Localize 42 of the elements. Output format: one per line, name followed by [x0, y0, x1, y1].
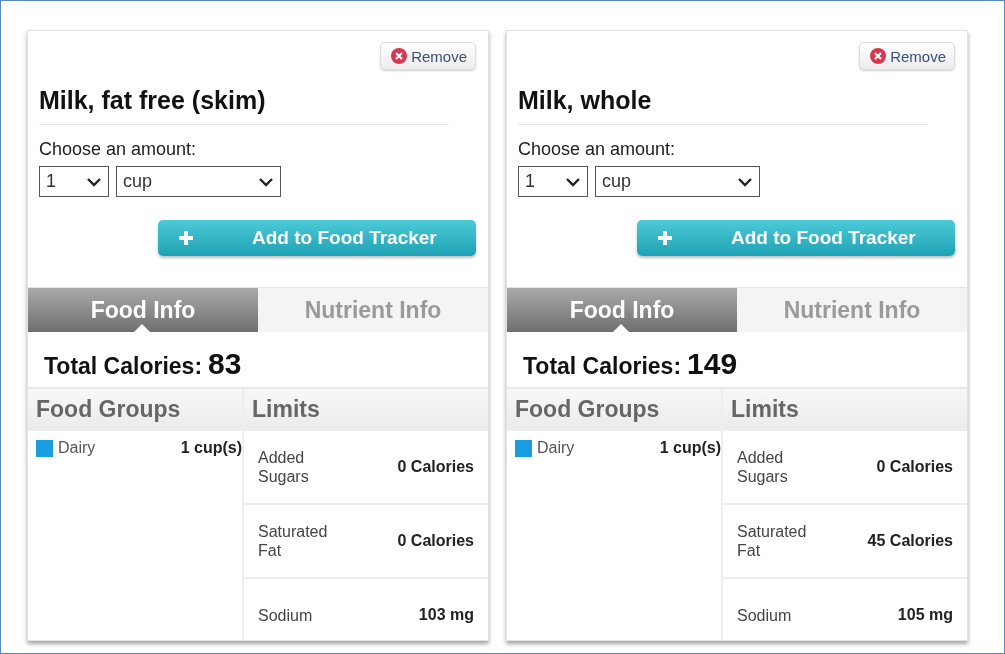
limit-value: 0 Calories: [397, 458, 474, 476]
limit-name: Added Sugars: [737, 448, 789, 486]
limit-name: Sodium: [258, 605, 314, 625]
amount-label: Choose an amount:: [518, 139, 677, 160]
limit-value: 45 Calories: [867, 532, 953, 550]
close-icon: [391, 48, 408, 64]
chevron-down-icon: [737, 176, 753, 187]
food-group-name: Dairy: [58, 439, 97, 457]
column-header: Limits: [723, 389, 967, 431]
remove-button[interactable]: Remove: [380, 42, 476, 70]
limit-name: Sodium: [737, 605, 793, 625]
food-title: Milk, fat free (skim): [39, 86, 449, 125]
amount-label: Choose an amount:: [39, 139, 198, 160]
limit-value: 103 mg: [418, 606, 474, 624]
food-group-amount: 1 cup(s): [659, 439, 721, 457]
chevron-down-icon: [565, 176, 581, 187]
total-calories-value: 149: [687, 347, 738, 381]
plus-icon: [657, 230, 673, 246]
limit-value: 0 Calories: [876, 458, 953, 476]
unit-dropdown[interactable]: cup: [595, 166, 760, 197]
food-title: Milk, whole: [518, 86, 928, 125]
chevron-down-icon: [258, 176, 274, 187]
quantity-dropdown[interactable]: 1: [518, 166, 588, 197]
chevron-down-icon: [86, 176, 102, 187]
unit-dropdown[interactable]: cup: [116, 166, 281, 197]
column-header: Food Groups: [507, 389, 721, 431]
limit-name: Added Sugars: [258, 448, 310, 486]
food-group-name: Dairy: [537, 439, 576, 457]
limit-name: Saturated Fat: [737, 522, 808, 560]
close-icon: [870, 48, 887, 64]
food-group-amount: 1 cup(s): [180, 439, 242, 457]
remove-button[interactable]: Remove: [859, 42, 955, 70]
limit-value: 0 Calories: [397, 532, 474, 550]
plus-icon: [178, 230, 194, 246]
column-header: Limits: [244, 389, 488, 431]
total-calories-label: Total Calories:: [523, 353, 682, 380]
total-calories-value: 83: [208, 347, 242, 381]
column-header: Food Groups: [28, 389, 242, 431]
total-calories-label: Total Calories:: [44, 353, 203, 380]
quantity-dropdown[interactable]: 1: [39, 166, 109, 197]
limit-name: Saturated Fat: [258, 522, 329, 560]
limit-value: 105 mg: [897, 606, 953, 624]
